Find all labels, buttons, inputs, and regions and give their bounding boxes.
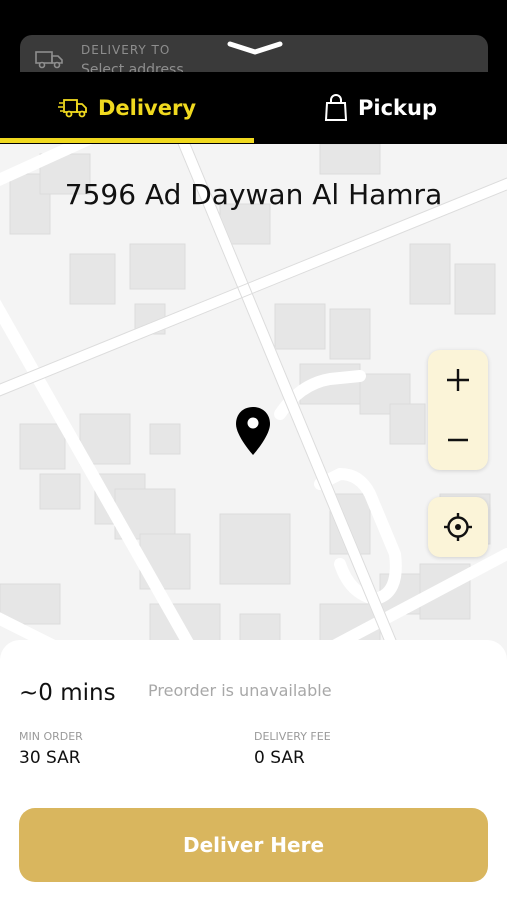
chevron-down-icon[interactable] bbox=[226, 40, 284, 56]
min-order-label: MIN ORDER bbox=[19, 730, 83, 743]
min-order-value: 30 SAR bbox=[19, 748, 81, 768]
zoom-out-button[interactable] bbox=[428, 410, 488, 470]
shopping-bag-icon bbox=[324, 94, 348, 121]
delivery-to-label: DELIVERY TO bbox=[81, 43, 171, 57]
delivery-truck-icon bbox=[57, 99, 87, 118]
eta-text: ~0 mins bbox=[19, 680, 116, 706]
crosshair-icon bbox=[444, 513, 472, 541]
preorder-note: Preorder is unavailable bbox=[148, 681, 332, 700]
delivery-fee-value: 0 SAR bbox=[254, 748, 305, 768]
minus-icon bbox=[448, 438, 468, 442]
my-location-button[interactable] bbox=[428, 497, 488, 557]
tab-pickup-label: Pickup bbox=[358, 96, 437, 120]
fulfillment-tabs: Delivery Pickup bbox=[0, 72, 507, 144]
deliver-here-button[interactable]: Deliver Here bbox=[19, 808, 488, 882]
zoom-in-button[interactable] bbox=[428, 350, 488, 410]
active-tab-indicator bbox=[0, 138, 254, 143]
tab-delivery[interactable]: Delivery bbox=[0, 72, 254, 144]
order-summary-sheet: ~0 mins Preorder is unavailable MIN ORDE… bbox=[0, 640, 507, 900]
plus-icon bbox=[447, 369, 469, 391]
tab-delivery-label: Delivery bbox=[97, 96, 197, 120]
zoom-controls bbox=[428, 350, 488, 470]
location-pin-icon bbox=[236, 407, 270, 455]
delivery-to-value: Select address bbox=[81, 62, 184, 72]
delivery-fee-label: DELIVERY FEE bbox=[254, 730, 331, 743]
map-address-title: 7596 Ad Daywan Al Hamra bbox=[64, 178, 443, 211]
truck-icon bbox=[35, 51, 63, 69]
tab-pickup[interactable]: Pickup bbox=[254, 72, 507, 144]
